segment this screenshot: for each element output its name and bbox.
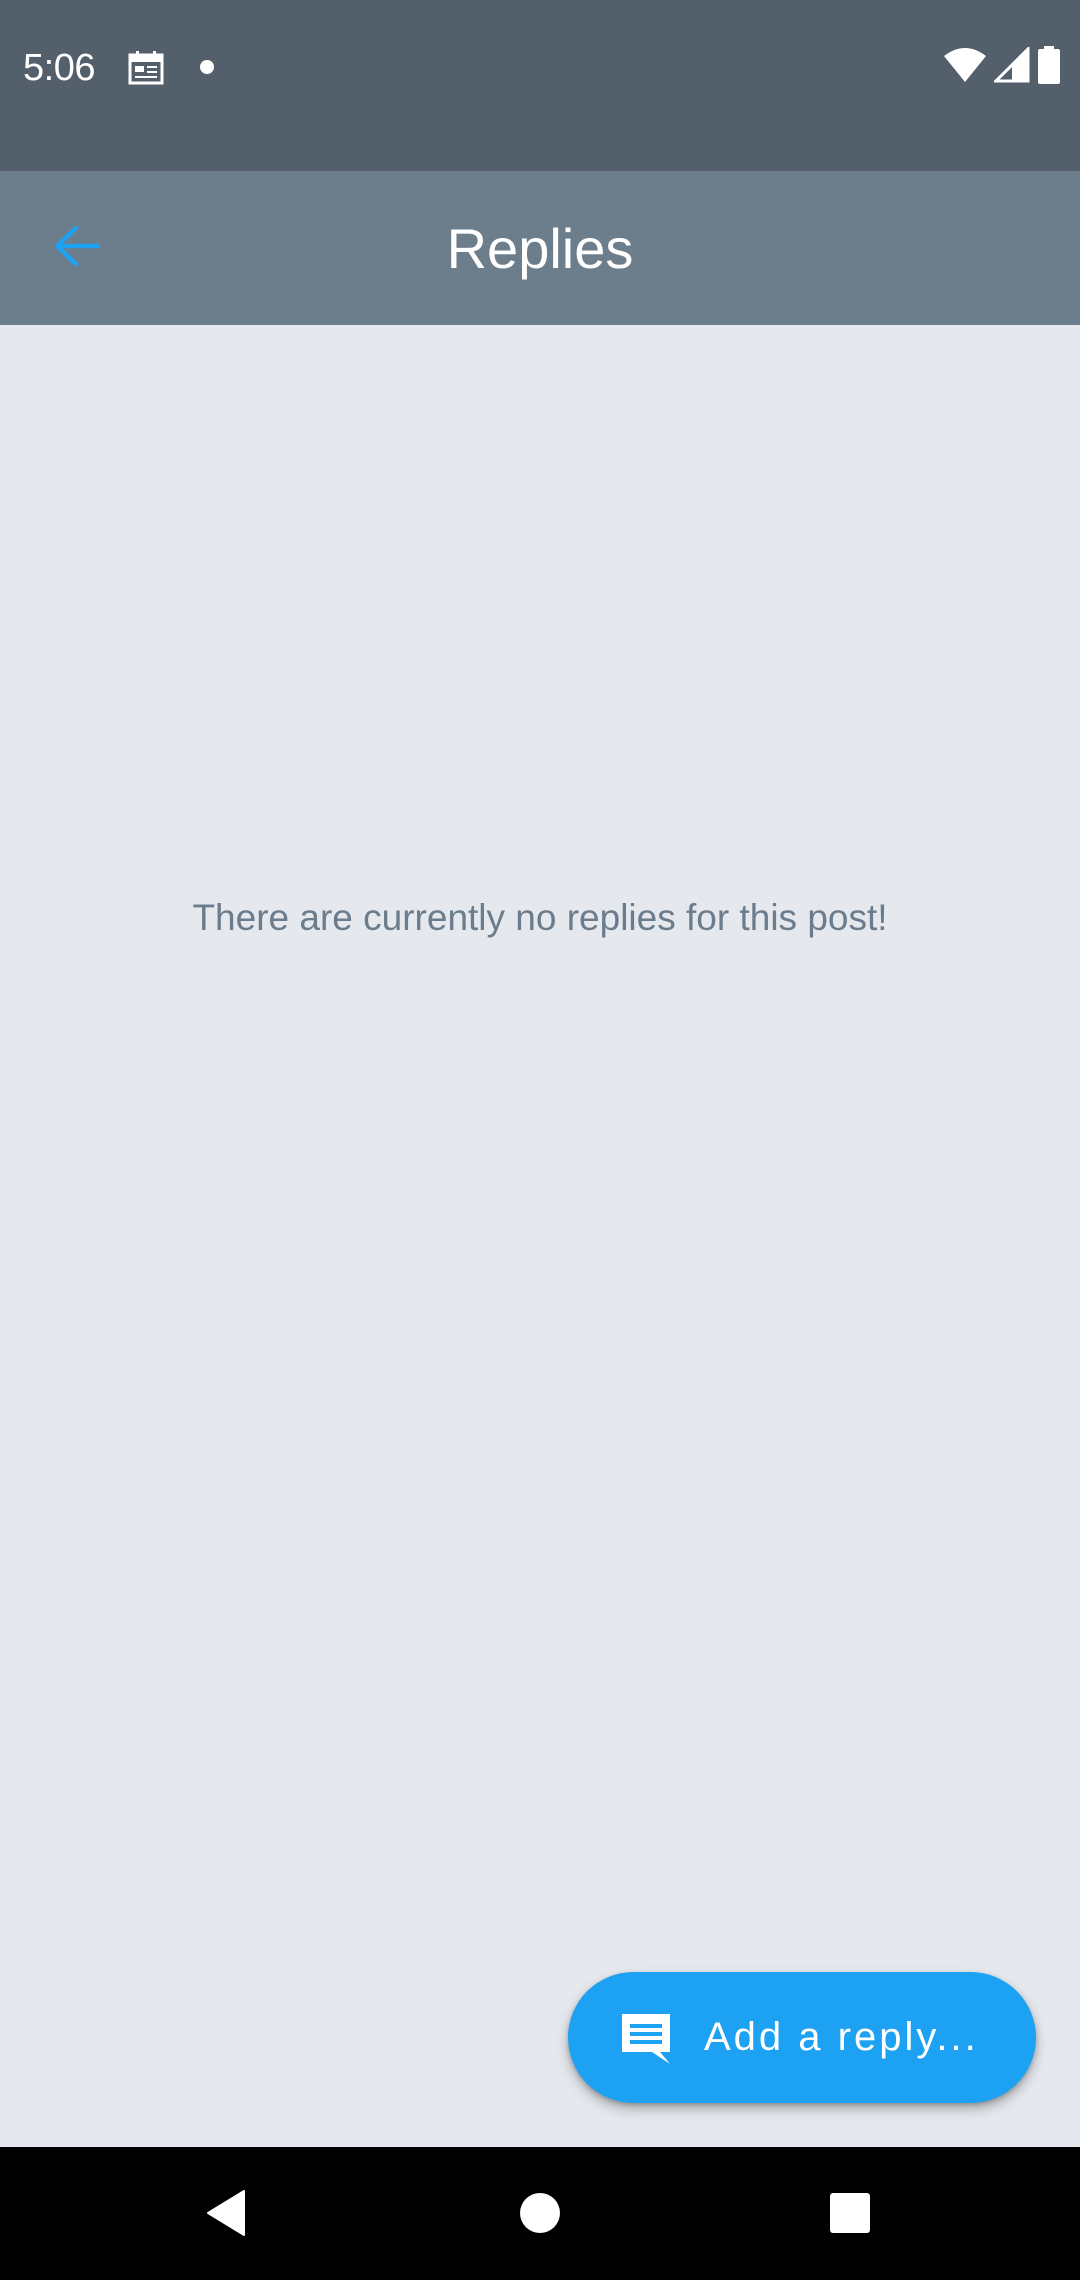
notification-dot-icon	[200, 60, 214, 74]
status-icons	[944, 44, 1060, 89]
wifi-icon	[944, 47, 986, 87]
status-bar: 5:06	[0, 0, 1080, 171]
cell-signal-icon	[992, 44, 1030, 88]
nav-back-button[interactable]	[176, 2165, 276, 2265]
recents-square-icon	[828, 2191, 872, 2240]
nav-recents-button[interactable]	[800, 2165, 900, 2265]
comment-icon	[616, 2008, 676, 2068]
add-reply-button[interactable]: Add a reply...	[568, 1972, 1036, 2103]
replies-list: There are currently no replies for this …	[0, 325, 1080, 2147]
arrow-left-icon	[52, 224, 102, 273]
empty-state-message: There are currently no replies for this …	[192, 897, 888, 938]
system-nav-bar	[0, 2147, 1080, 2280]
back-button[interactable]	[30, 201, 124, 295]
status-time: 5:06	[23, 47, 95, 89]
home-circle-icon	[518, 2191, 562, 2240]
battery-icon	[1038, 45, 1060, 89]
back-triangle-icon	[204, 2189, 248, 2242]
app-bar: Replies	[0, 171, 1080, 325]
calendar-icon	[128, 50, 164, 86]
page-title: Replies	[446, 216, 634, 280]
add-reply-label: Add a reply...	[704, 2015, 979, 2059]
nav-home-button[interactable]	[490, 2165, 590, 2265]
